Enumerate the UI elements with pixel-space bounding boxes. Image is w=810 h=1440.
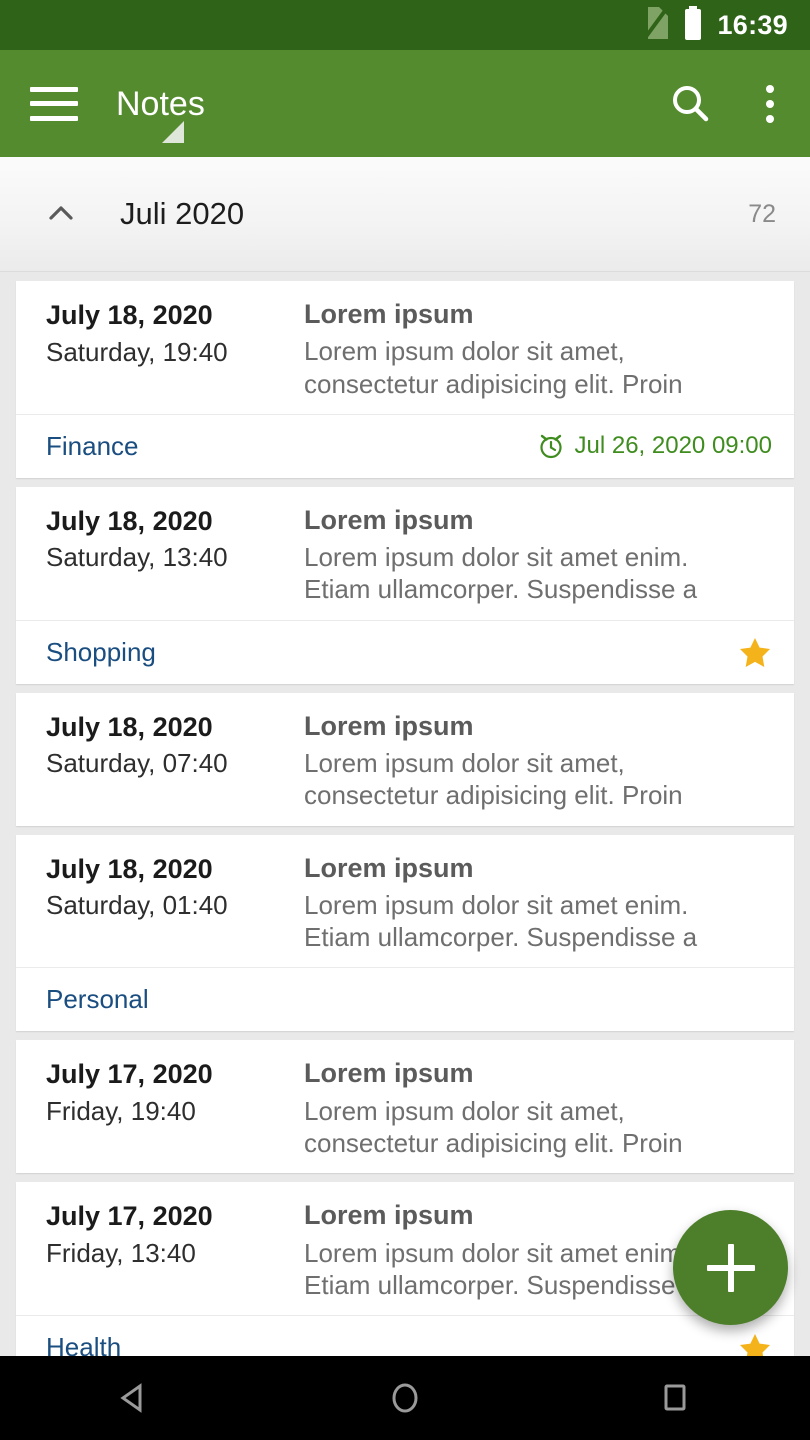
note-card-footer: Personal bbox=[16, 967, 794, 1031]
home-circle-icon bbox=[392, 1383, 418, 1413]
hamburger-icon[interactable] bbox=[30, 86, 78, 121]
note-preview: Lorem ipsum dolor sit amet, consectetur … bbox=[304, 1095, 683, 1159]
note-day-time: Saturday, 13:40 bbox=[46, 542, 228, 573]
note-preview: Lorem ipsum dolor sit amet, consectetur … bbox=[304, 748, 683, 811]
note-date: July 17, 2020 bbox=[46, 1059, 213, 1090]
note-date: July 18, 2020 bbox=[46, 711, 213, 742]
battery-icon bbox=[683, 5, 703, 45]
note-title: Lorem ipsum bbox=[304, 710, 474, 741]
back-triangle-icon bbox=[120, 1383, 142, 1413]
note-category[interactable]: Health bbox=[46, 1332, 121, 1356]
note-preview: Lorem ipsum dolor sit amet enim. Etiam u… bbox=[304, 889, 698, 953]
note-category[interactable]: Shopping bbox=[46, 637, 156, 668]
note-title: Lorem ipsum bbox=[304, 1058, 474, 1089]
android-nav-bar bbox=[0, 1356, 810, 1440]
note-day-time: Saturday, 07:40 bbox=[46, 748, 228, 779]
month-label: Juli 2020 bbox=[120, 196, 245, 231]
recents-square-icon bbox=[664, 1384, 686, 1411]
nav-home-button[interactable] bbox=[270, 1378, 540, 1418]
star-icon[interactable] bbox=[738, 635, 772, 669]
note-card[interactable]: July 18, 2020 Saturday, 07:40 Lorem ipsum L… bbox=[16, 692, 794, 826]
note-card-footer: Finance Jul 26, 2020 09:00 bbox=[16, 413, 794, 478]
note-date: July 18, 2020 bbox=[46, 853, 213, 884]
note-card[interactable]: July 18, 2020 Saturday, 13:40 Lorem ipsum L… bbox=[16, 486, 794, 684]
note-day-time: Friday, 19:40 bbox=[46, 1095, 196, 1126]
note-title: Lorem ipsum bbox=[304, 504, 474, 535]
note-card-body: July 18, 2020 Saturday, 13:40 Lorem ipsum L… bbox=[16, 487, 794, 620]
note-date-column: July 18, 2020 Saturday, 13:40 bbox=[32, 504, 304, 606]
month-note-count: 72 bbox=[748, 199, 776, 228]
status-bar: 16:39 bbox=[0, 0, 810, 50]
note-footer-right bbox=[738, 1331, 772, 1356]
note-list: July 18, 2020 Saturday, 19:40 Lorem ipsum L… bbox=[0, 281, 810, 1356]
note-list-scroll[interactable]: July 18, 2020 Saturday, 19:40 Lorem ipsum L… bbox=[0, 272, 810, 1356]
note-date: July 17, 2020 bbox=[46, 1201, 213, 1232]
star-icon[interactable] bbox=[738, 1331, 772, 1356]
note-title: Lorem ipsum bbox=[304, 852, 474, 883]
note-date-column: July 18, 2020 Saturday, 01:40 bbox=[32, 852, 304, 954]
note-day-time: Saturday, 01:40 bbox=[46, 890, 228, 921]
note-card[interactable]: July 18, 2020 Saturday, 01:40 Lorem ipsum L… bbox=[16, 834, 794, 1032]
note-date: July 18, 2020 bbox=[46, 505, 213, 536]
note-card-footer: Health bbox=[16, 1315, 794, 1356]
note-reminder-text: Jul 26, 2020 09:00 bbox=[574, 432, 773, 460]
alarm-clock-icon bbox=[539, 435, 562, 459]
note-card-footer: Shopping bbox=[16, 619, 794, 684]
page-title: Notes bbox=[116, 84, 205, 123]
note-text-column: Lorem ipsum Lorem ipsum dolor sit amet en… bbox=[304, 852, 772, 954]
month-group-header[interactable]: Juli 2020 72 bbox=[0, 157, 810, 272]
no-sim-icon bbox=[643, 6, 670, 45]
nav-recents-button[interactable] bbox=[540, 1378, 810, 1418]
note-card[interactable]: July 18, 2020 Saturday, 19:40 Lorem ipsum L… bbox=[16, 281, 794, 478]
chevron-up-icon[interactable] bbox=[44, 197, 78, 231]
add-note-fab[interactable] bbox=[673, 1210, 788, 1325]
status-clock: 16:39 bbox=[717, 9, 788, 40]
note-date-column: July 18, 2020 Saturday, 19:40 bbox=[32, 298, 304, 400]
note-preview: Lorem ipsum dolor sit amet enim. Etiam u… bbox=[304, 542, 698, 605]
note-card-body: July 17, 2020 Friday, 19:40 Lorem ipsum Lor… bbox=[16, 1040, 794, 1173]
more-vert-icon[interactable] bbox=[754, 81, 786, 127]
note-title: Lorem ipsum bbox=[304, 299, 474, 329]
note-footer-right: Jul 26, 2020 09:00 bbox=[537, 432, 773, 460]
search-icon[interactable] bbox=[668, 82, 712, 126]
dropdown-triangle-icon bbox=[162, 120, 184, 143]
note-text-column: Lorem ipsum Lorem ipsum dolor sit amet, c… bbox=[304, 710, 772, 812]
note-card-body: July 18, 2020 Saturday, 01:40 Lorem ipsum L… bbox=[16, 835, 794, 968]
note-reminder[interactable]: Jul 26, 2020 09:00 bbox=[537, 432, 773, 460]
note-date-column: July 17, 2020 Friday, 13:40 bbox=[32, 1199, 304, 1301]
app-bar-actions bbox=[668, 81, 786, 127]
plus-icon bbox=[706, 1243, 755, 1292]
note-card[interactable]: July 17, 2020 Friday, 19:40 Lorem ipsum Lor… bbox=[16, 1040, 794, 1174]
note-date-column: July 17, 2020 Friday, 19:40 bbox=[32, 1057, 304, 1159]
note-date-column: July 18, 2020 Saturday, 07:40 bbox=[32, 710, 304, 812]
note-category[interactable]: Personal bbox=[46, 984, 149, 1015]
app-bar: Notes bbox=[0, 50, 810, 157]
note-date: July 18, 2020 bbox=[46, 300, 213, 330]
note-day-time: Friday, 13:40 bbox=[46, 1237, 196, 1268]
note-category[interactable]: Finance bbox=[46, 431, 139, 462]
note-day-time: Saturday, 19:40 bbox=[46, 336, 228, 367]
note-card-body: July 18, 2020 Saturday, 19:40 Lorem ipsum L… bbox=[16, 281, 794, 414]
note-preview: Lorem ipsum dolor sit amet, consectetur … bbox=[304, 336, 683, 399]
page-title-wrap[interactable]: Notes bbox=[78, 84, 205, 143]
nav-back-button[interactable] bbox=[0, 1378, 270, 1418]
note-text-column: Lorem ipsum Lorem ipsum dolor sit amet en… bbox=[304, 504, 772, 606]
note-text-column: Lorem ipsum Lorem ipsum dolor sit amet, c… bbox=[304, 1057, 772, 1159]
note-text-column: Lorem ipsum Lorem ipsum dolor sit amet, c… bbox=[304, 298, 772, 400]
note-card-body: July 18, 2020 Saturday, 07:40 Lorem ipsum L… bbox=[16, 693, 794, 826]
note-footer-right bbox=[738, 635, 772, 669]
